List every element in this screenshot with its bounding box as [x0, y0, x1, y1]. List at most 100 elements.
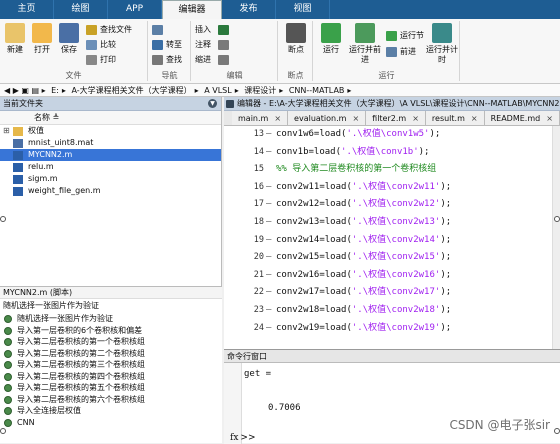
editor-tab-label: main.m [238, 114, 269, 123]
tab-home[interactable]: 主页 [0, 0, 54, 19]
breakpoint-marker[interactable]: — [266, 302, 271, 320]
section-label: 导入第一层卷积的6个卷积核和偏差 [17, 325, 143, 335]
address-bar[interactable]: ◀ ▶ ▣ ▤ ▸ E: ▸ A-大学课程相关文件（大学课程） ▸ A VLSL ▸ … [0, 84, 560, 97]
editor-tab[interactable]: main.m × [232, 111, 289, 125]
code-text: conv2w11=load('.\权值\conv2w11'); [276, 179, 451, 197]
comment-tools[interactable] [218, 38, 274, 52]
run-and-time-button[interactable]: 运行并计时 [426, 23, 458, 65]
address-folder-1[interactable]: A-大学课程相关文件（大学课程） [71, 86, 191, 95]
address-folder-3[interactable]: 课程设计 [244, 86, 276, 95]
section-item[interactable]: 导入第二层卷积核的第一个卷积核组 [0, 336, 222, 348]
file-item[interactable]: relu.m [0, 161, 221, 173]
breakpoint-marker[interactable]: — [266, 267, 271, 285]
section-item[interactable]: 导入第二层卷积核的第四个卷积核组 [0, 371, 222, 383]
code-plain: ); [440, 181, 452, 192]
code-line: 22— conv2w17=load('.\权值\conv2w17'); [224, 284, 560, 302]
editor-tab[interactable]: filter2.m × [366, 111, 426, 125]
details-header: MYCNN2.m (脚本) [0, 287, 222, 299]
tab-publish[interactable]: 发布 [222, 0, 276, 19]
section-item[interactable]: 导入第二层卷积核的第三个卷积核组 [0, 359, 222, 371]
indent-button[interactable]: 缩进 [195, 53, 211, 67]
file-item[interactable]: sigm.m [0, 173, 221, 185]
code-string: '.\权值\conv2w15' [351, 252, 441, 263]
go-to-button[interactable]: 转至 [152, 38, 182, 52]
run-and-advance-button[interactable]: 运行并前进 [348, 23, 382, 65]
address-folder-4[interactable]: CNN--MATLAB [289, 86, 345, 95]
close-icon[interactable]: × [471, 114, 478, 123]
tab-apps[interactable]: APP [108, 0, 162, 19]
expand-icon[interactable]: ⊞ [3, 125, 10, 137]
comment-button[interactable]: 注释 [195, 38, 211, 52]
file-item[interactable]: weight_file_gen.m [0, 185, 221, 197]
close-icon[interactable]: × [412, 114, 419, 123]
advance-button[interactable]: 前进 [386, 45, 416, 59]
section-item[interactable]: 导入全连接层权值 [0, 405, 222, 417]
section-item[interactable]: 导入第二层卷积核的第二个卷积核组 [0, 348, 222, 360]
tab-editor[interactable]: 编辑器 [162, 0, 222, 19]
run-time-icon [432, 23, 452, 43]
run-button[interactable]: 运行 [318, 23, 344, 55]
breakpoint-marker[interactable]: — [266, 214, 271, 232]
run-section-button[interactable]: 运行节 [386, 29, 424, 43]
name-column-header[interactable]: 名称 ≜ [0, 111, 221, 125]
close-icon[interactable]: × [352, 114, 359, 123]
go-to-icon [152, 40, 163, 50]
file-item[interactable]: mnist_uint8.mat [0, 137, 221, 149]
breakpoint-button[interactable]: 断点 [282, 23, 310, 55]
save-icon [59, 23, 79, 43]
find-button[interactable]: 查找 [152, 53, 182, 67]
find-files-button[interactable]: 查找文件 [86, 23, 132, 37]
close-icon[interactable]: × [274, 114, 281, 123]
breakpoint-marker[interactable]: — [266, 126, 271, 144]
address-drive[interactable]: E: [51, 86, 59, 95]
drag-handle-bottom-left[interactable] [0, 428, 6, 434]
open-button[interactable]: 打开 [29, 23, 55, 55]
section-label: CNN [17, 417, 35, 427]
editor-tab[interactable]: evaluation.m × [288, 111, 367, 125]
fx-icon[interactable]: fx >> [228, 429, 256, 443]
drag-handle-right[interactable] [554, 216, 560, 222]
breakpoint-marker[interactable]: — [266, 144, 271, 162]
code-area[interactable]: 13— conv1w6=load('.\权值\conv1w5'); 14— conv1… [224, 126, 560, 349]
tab-plots[interactable]: 绘图 [54, 0, 108, 19]
indent-tools[interactable] [218, 53, 274, 67]
section-item[interactable]: 随机选择一张图片作为验证 [0, 313, 222, 325]
editor-panel: 编辑器 - E:\A-大学课程相关文件（大学课程）\A VLSL\课程设计\CN… [224, 97, 560, 349]
breakpoint-marker[interactable]: — [266, 320, 271, 338]
address-folder-2[interactable]: A VLSL [204, 86, 231, 95]
editor-tab[interactable]: result.m × [425, 111, 485, 125]
run-advance-icon [355, 23, 375, 43]
drag-handle-bottom-right[interactable] [554, 428, 560, 434]
code-text: %% 导入第二层卷积核的第一个卷积核组 [276, 161, 436, 179]
compare-button[interactable]: 比较 [86, 38, 116, 52]
tab-view[interactable]: 视图 [276, 0, 330, 19]
new-button[interactable]: 新建 [2, 23, 28, 55]
close-icon[interactable]: × [546, 114, 553, 123]
code-line: 21— conv2w16=load('.\权值\conv2w16'); [224, 267, 560, 285]
breakpoint-marker[interactable]: — [266, 196, 271, 214]
breakpoint-marker[interactable]: — [266, 232, 271, 250]
back-forward-buttons[interactable] [152, 23, 176, 35]
nav-back-icon[interactable]: ◀ ▶ ▣ ▤ ▸ [4, 86, 46, 95]
breakpoint-marker[interactable]: — [266, 179, 271, 197]
insert-button[interactable]: 插入 [195, 23, 211, 37]
panel-menu-icon[interactable]: ▼ [208, 99, 217, 108]
editor-scrollbar[interactable] [552, 126, 560, 349]
code-text: conv1b=load('.\权值\conv1b'); [276, 144, 429, 162]
file-item[interactable]: ⊞ 权值 [0, 125, 221, 137]
editor-tab[interactable]: README.md × [484, 111, 560, 125]
section-item[interactable]: 导入第二层卷积核的第六个卷积核组 [0, 394, 222, 406]
section-item[interactable]: 导入第二层卷积核的第五个卷积核组 [0, 382, 222, 394]
section-label: 导入第二层卷积核的第二个卷积核组 [17, 348, 145, 358]
section-item[interactable]: CNN [0, 417, 222, 429]
breakpoint-marker[interactable]: — [266, 284, 271, 302]
run-group: 运行 运行并前进 运行节 前进 运行并计时 运行 [314, 21, 460, 81]
section-item[interactable]: 导入第一层卷积的6个卷积核和偏差 [0, 325, 222, 337]
breakpoint-marker[interactable]: — [266, 249, 271, 267]
print-button[interactable]: 打印 [86, 53, 116, 67]
file-item[interactable]: MYCNN2.m [0, 149, 221, 161]
drag-handle-left[interactable] [0, 216, 6, 222]
section-label: 导入第二层卷积核的第四个卷积核组 [17, 371, 145, 381]
insert-tools[interactable] [218, 23, 274, 37]
save-button[interactable]: 保存 [56, 23, 82, 55]
